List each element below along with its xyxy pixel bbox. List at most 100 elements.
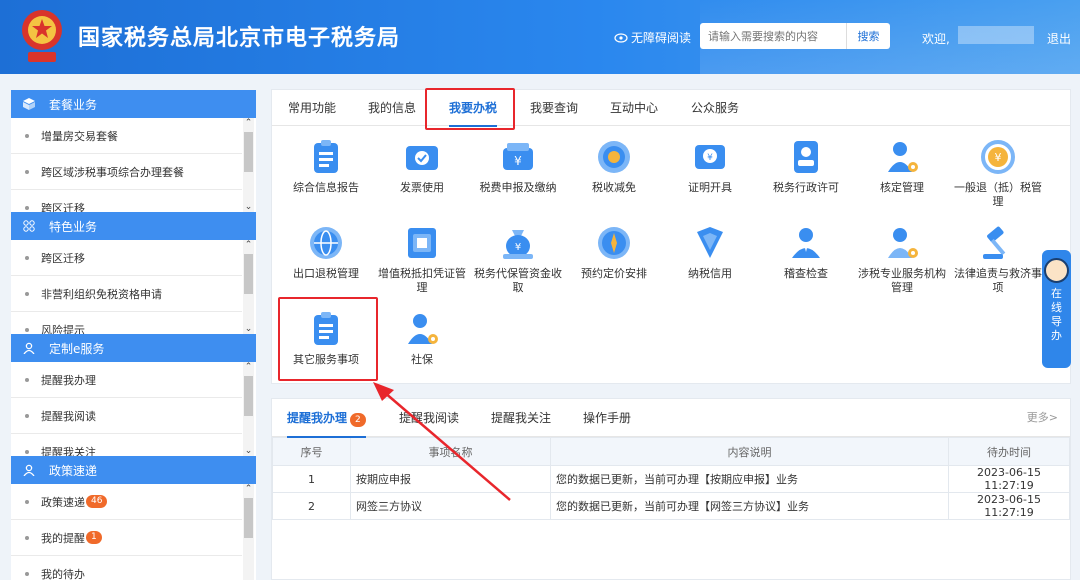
list-item[interactable]: 跨区域涉税事项综合办理套餐 (11, 154, 242, 190)
service-tile-label: 税收减免 (592, 181, 636, 194)
highlight-box (278, 297, 378, 381)
online-guide-label: 在线导办 (1042, 287, 1071, 343)
tab-manual[interactable]: 操作手册 (583, 399, 631, 437)
tab-remind-handle[interactable]: 提醒我办理 2 (287, 399, 366, 438)
service-tile[interactable]: 发票使用 (374, 138, 470, 195)
svg-text:¥: ¥ (514, 154, 522, 168)
more-link[interactable]: 更多> (1027, 399, 1058, 437)
service-tile[interactable]: 预约定价安排 (566, 224, 662, 281)
list-item[interactable]: 非营利组织免税资格申请 (11, 276, 242, 312)
scroll-thumb[interactable] (244, 254, 253, 294)
table-row[interactable]: 1 按期应申报 您的数据已更新，当前可办理【按期应申报】业务 2023-06-1… (272, 465, 1070, 493)
shield-icon (691, 224, 729, 262)
site-title: 国家税务总局北京市电子税务局 (78, 26, 401, 51)
scroll-down-icon[interactable]: ⌄ (243, 576, 254, 580)
accessibility-button[interactable]: 无障碍阅读 (614, 29, 691, 46)
logout-link[interactable]: 退出 (1047, 30, 1071, 47)
list-item[interactable]: 提醒我办理 (11, 362, 242, 398)
scrollbar[interactable]: ⌃⌄ (243, 118, 254, 212)
list-item[interactable]: 我的待办 (11, 556, 242, 580)
scroll-down-icon[interactable]: ⌄ (243, 324, 254, 334)
tab-common[interactable]: 常用功能 (288, 90, 336, 126)
wallet-icon: ¥ (499, 138, 537, 176)
search-input[interactable] (700, 23, 846, 49)
tab-query[interactable]: 我要查询 (530, 90, 578, 126)
service-tile-label: 法律追责与救济事项 (954, 267, 1042, 294)
service-tile[interactable]: 稽查检查 (758, 224, 854, 281)
service-tile[interactable]: 社保 (374, 310, 470, 367)
service-tile[interactable]: ¥ 税费申报及缴纳 (470, 138, 566, 195)
service-tile[interactable]: ¥ 证明开具 (662, 138, 758, 195)
list-item-label: 我的提醒 (41, 531, 85, 545)
voucher-icon (403, 224, 441, 262)
table-row[interactable]: 2 网签三方协议 您的数据已更新，当前可办理【网签三方协议】业务 2023-06… (272, 492, 1070, 520)
cell-item-name[interactable]: 按期应申报 (350, 465, 551, 493)
tab-public-service[interactable]: 公众服务 (691, 90, 739, 126)
scroll-up-icon[interactable]: ⌃ (243, 484, 254, 494)
service-tile[interactable]: 增值税抵扣凭证管理 (374, 224, 470, 295)
scroll-up-icon[interactable]: ⌃ (243, 240, 254, 250)
inspector-icon (787, 224, 825, 262)
scrollbar[interactable]: ⌃⌄ (243, 240, 254, 334)
scroll-up-icon[interactable]: ⌃ (243, 118, 254, 128)
list-item[interactable]: 提醒我阅读 (11, 398, 242, 434)
list-item[interactable]: 跨区迁移 (11, 190, 242, 212)
service-tile[interactable]: 纳税信用 (662, 224, 758, 281)
scroll-down-icon[interactable]: ⌄ (243, 446, 254, 456)
online-guide-button[interactable]: 在线导办 (1042, 250, 1071, 368)
count-badge: 1 (86, 531, 102, 544)
list-item[interactable]: 政策速递 46 (11, 484, 242, 520)
cell-index: 1 (272, 465, 351, 493)
scrollbar[interactable]: ⌃⌄ (243, 362, 254, 456)
tab-label: 提醒我办理 (287, 411, 348, 425)
bullet (25, 205, 29, 210)
scroll-down-icon[interactable]: ⌄ (243, 202, 254, 212)
bullet (25, 377, 29, 382)
service-tile[interactable]: 税收减免 (566, 138, 662, 195)
scroll-thumb[interactable] (244, 376, 253, 416)
list-item-label: 风险提示 (41, 323, 85, 335)
service-tile[interactable]: 出口退税管理 (278, 224, 374, 281)
svg-text:¥: ¥ (995, 151, 1002, 164)
user-icon (23, 464, 35, 476)
service-tile[interactable]: 综合信息报告 (278, 138, 374, 195)
guide-char: 导 (1051, 315, 1062, 328)
coin-icon (595, 138, 633, 176)
sidebar-section-header[interactable]: 套餐业务 (11, 90, 256, 118)
tab-remind-follow[interactable]: 提醒我关注 (491, 399, 551, 437)
search-button[interactable]: 搜索 (846, 23, 890, 49)
tab-my-info[interactable]: 我的信息 (368, 90, 416, 126)
list-item[interactable]: 我的提醒 1 (11, 520, 242, 556)
scroll-thumb[interactable] (244, 132, 253, 172)
scrollbar[interactable]: ⌃⌄ (243, 484, 254, 580)
list-item[interactable]: 跨区迁移 (11, 240, 242, 276)
service-tile[interactable]: 法律追责与救济事项 (950, 224, 1046, 295)
service-tile[interactable]: 涉税专业服务机构管理 (854, 224, 950, 295)
list-item[interactable]: 风险提示 (11, 312, 242, 334)
list-item[interactable]: 提醒我关注 (11, 434, 242, 456)
service-tile[interactable]: ¥ 税务代保管资金收取 (470, 224, 566, 295)
scroll-thumb[interactable] (244, 498, 253, 538)
sidebar-list: 提醒我办理 提醒我阅读 提醒我关注 ⌃ ⌄ (11, 362, 256, 456)
tab-remind-read[interactable]: 提醒我阅读 (399, 399, 459, 437)
cell-item-name[interactable]: 网签三方协议 (350, 492, 551, 520)
tab-interaction[interactable]: 互动中心 (610, 90, 658, 126)
service-tile[interactable]: 核定管理 (854, 138, 950, 195)
list-item[interactable]: 增量房交易套餐 (11, 118, 242, 154)
sidebar-section-title: 套餐业务 (49, 97, 98, 112)
main-tabs: 常用功能 我的信息 我要办税 我要查询 互动中心 公众服务 (272, 90, 1070, 127)
list-item-label: 跨区域涉税事项综合办理套餐 (41, 165, 184, 179)
sidebar-section-header[interactable]: 特色业务 (11, 212, 256, 240)
sidebar-section-header[interactable]: 政策速递 (11, 456, 256, 484)
column-header: 事项名称 (350, 437, 551, 466)
list-item-label: 提醒我关注 (41, 445, 96, 457)
list-item-label: 增量房交易套餐 (41, 129, 118, 143)
service-tile[interactable]: ¥ 一般退（抵）税管理 (950, 138, 1046, 209)
scroll-up-icon[interactable]: ⌃ (243, 362, 254, 372)
service-tile[interactable]: 税务行政许可 (758, 138, 854, 195)
cell-description: 您的数据已更新，当前可办理【按期应申报】业务 (550, 465, 949, 493)
sidebar-section-header[interactable]: 定制e服务 (11, 334, 256, 362)
service-tile-label: 税务行政许可 (773, 181, 839, 194)
cell-time: 2023-06-15 11:27:19 (948, 465, 1070, 493)
guide-char: 办 (1051, 329, 1062, 342)
